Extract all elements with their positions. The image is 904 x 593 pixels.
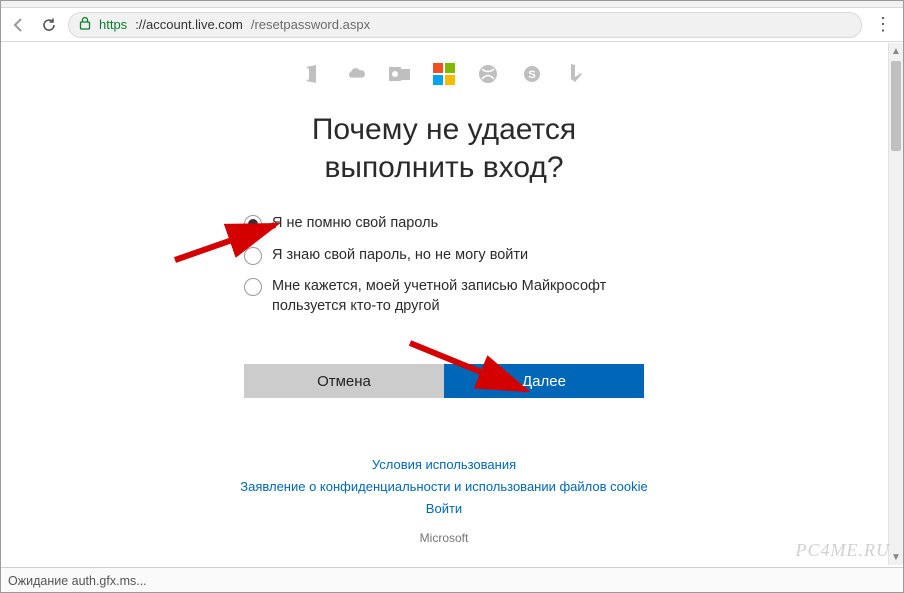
url-path: /resetpassword.aspx: [251, 17, 370, 32]
scroll-up-icon[interactable]: ▲: [889, 43, 903, 59]
browser-toolbar: https ://account.live.com/resetpassword.a…: [0, 8, 904, 42]
privacy-link[interactable]: Заявление о конфиденциальности и использ…: [240, 479, 647, 494]
xbox-icon: [477, 63, 499, 85]
footer-links: Условия использования Заявление о конфид…: [0, 454, 888, 520]
office-icon: [301, 63, 323, 85]
window-titlebar: [0, 0, 904, 8]
microsoft-brand-label: Microsoft: [0, 531, 888, 545]
onedrive-icon: [345, 63, 367, 85]
product-icon-row: S: [0, 63, 888, 85]
status-text: Ожидание auth.gfx.ms...: [8, 574, 147, 588]
heading-line1: Почему не удается: [312, 113, 576, 146]
url-host: ://account.live.com: [135, 17, 243, 32]
bing-icon: [565, 63, 587, 85]
option-know-password-cant-signin[interactable]: Я знаю свой пароль, но не могу войти: [244, 246, 644, 266]
skype-icon: S: [521, 63, 543, 85]
radio-label: Я не помню свой пароль: [272, 214, 438, 234]
scroll-down-icon[interactable]: ▼: [889, 549, 903, 565]
page-content: S Почему не удается выполнить вход? Я не…: [0, 43, 888, 565]
vertical-scrollbar[interactable]: ▲ ▼: [888, 43, 903, 565]
browser-menu-button[interactable]: ⋮: [870, 14, 896, 35]
radio-label: Я знаю свой пароль, но не могу войти: [272, 246, 528, 266]
address-bar[interactable]: https ://account.live.com/resetpassword.a…: [68, 12, 862, 38]
option-someone-else-using[interactable]: Мне кажется, моей учетной записью Майкро…: [244, 277, 644, 316]
reload-button[interactable]: [38, 14, 60, 36]
url-scheme: https: [99, 17, 127, 32]
page-heading: Почему не удается выполнить вход?: [0, 111, 888, 186]
outlook-icon: [389, 63, 411, 85]
browser-status-bar: Ожидание auth.gfx.ms...: [0, 567, 904, 593]
scroll-thumb[interactable]: [891, 61, 901, 151]
microsoft-logo: [433, 63, 455, 85]
watermark: PC4ME.RU: [796, 540, 890, 561]
option-forgot-password[interactable]: Я не помню свой пароль: [244, 214, 644, 234]
radio-input[interactable]: [244, 247, 262, 265]
signin-link[interactable]: Войти: [426, 501, 462, 516]
button-row: Отмена Далее: [244, 364, 644, 398]
terms-link[interactable]: Условия использования: [372, 457, 516, 472]
lock-icon: [79, 16, 91, 33]
next-button[interactable]: Далее: [444, 364, 644, 398]
heading-line2: выполнить вход?: [324, 151, 563, 184]
reset-reason-form: Я не помню свой пароль Я знаю свой парол…: [244, 214, 644, 398]
radio-input[interactable]: [244, 278, 262, 296]
back-button[interactable]: [8, 14, 30, 36]
radio-label: Мне кажется, моей учетной записью Майкро…: [272, 277, 644, 316]
cancel-button[interactable]: Отмена: [244, 364, 444, 398]
svg-text:S: S: [528, 69, 535, 81]
radio-input[interactable]: [244, 215, 262, 233]
